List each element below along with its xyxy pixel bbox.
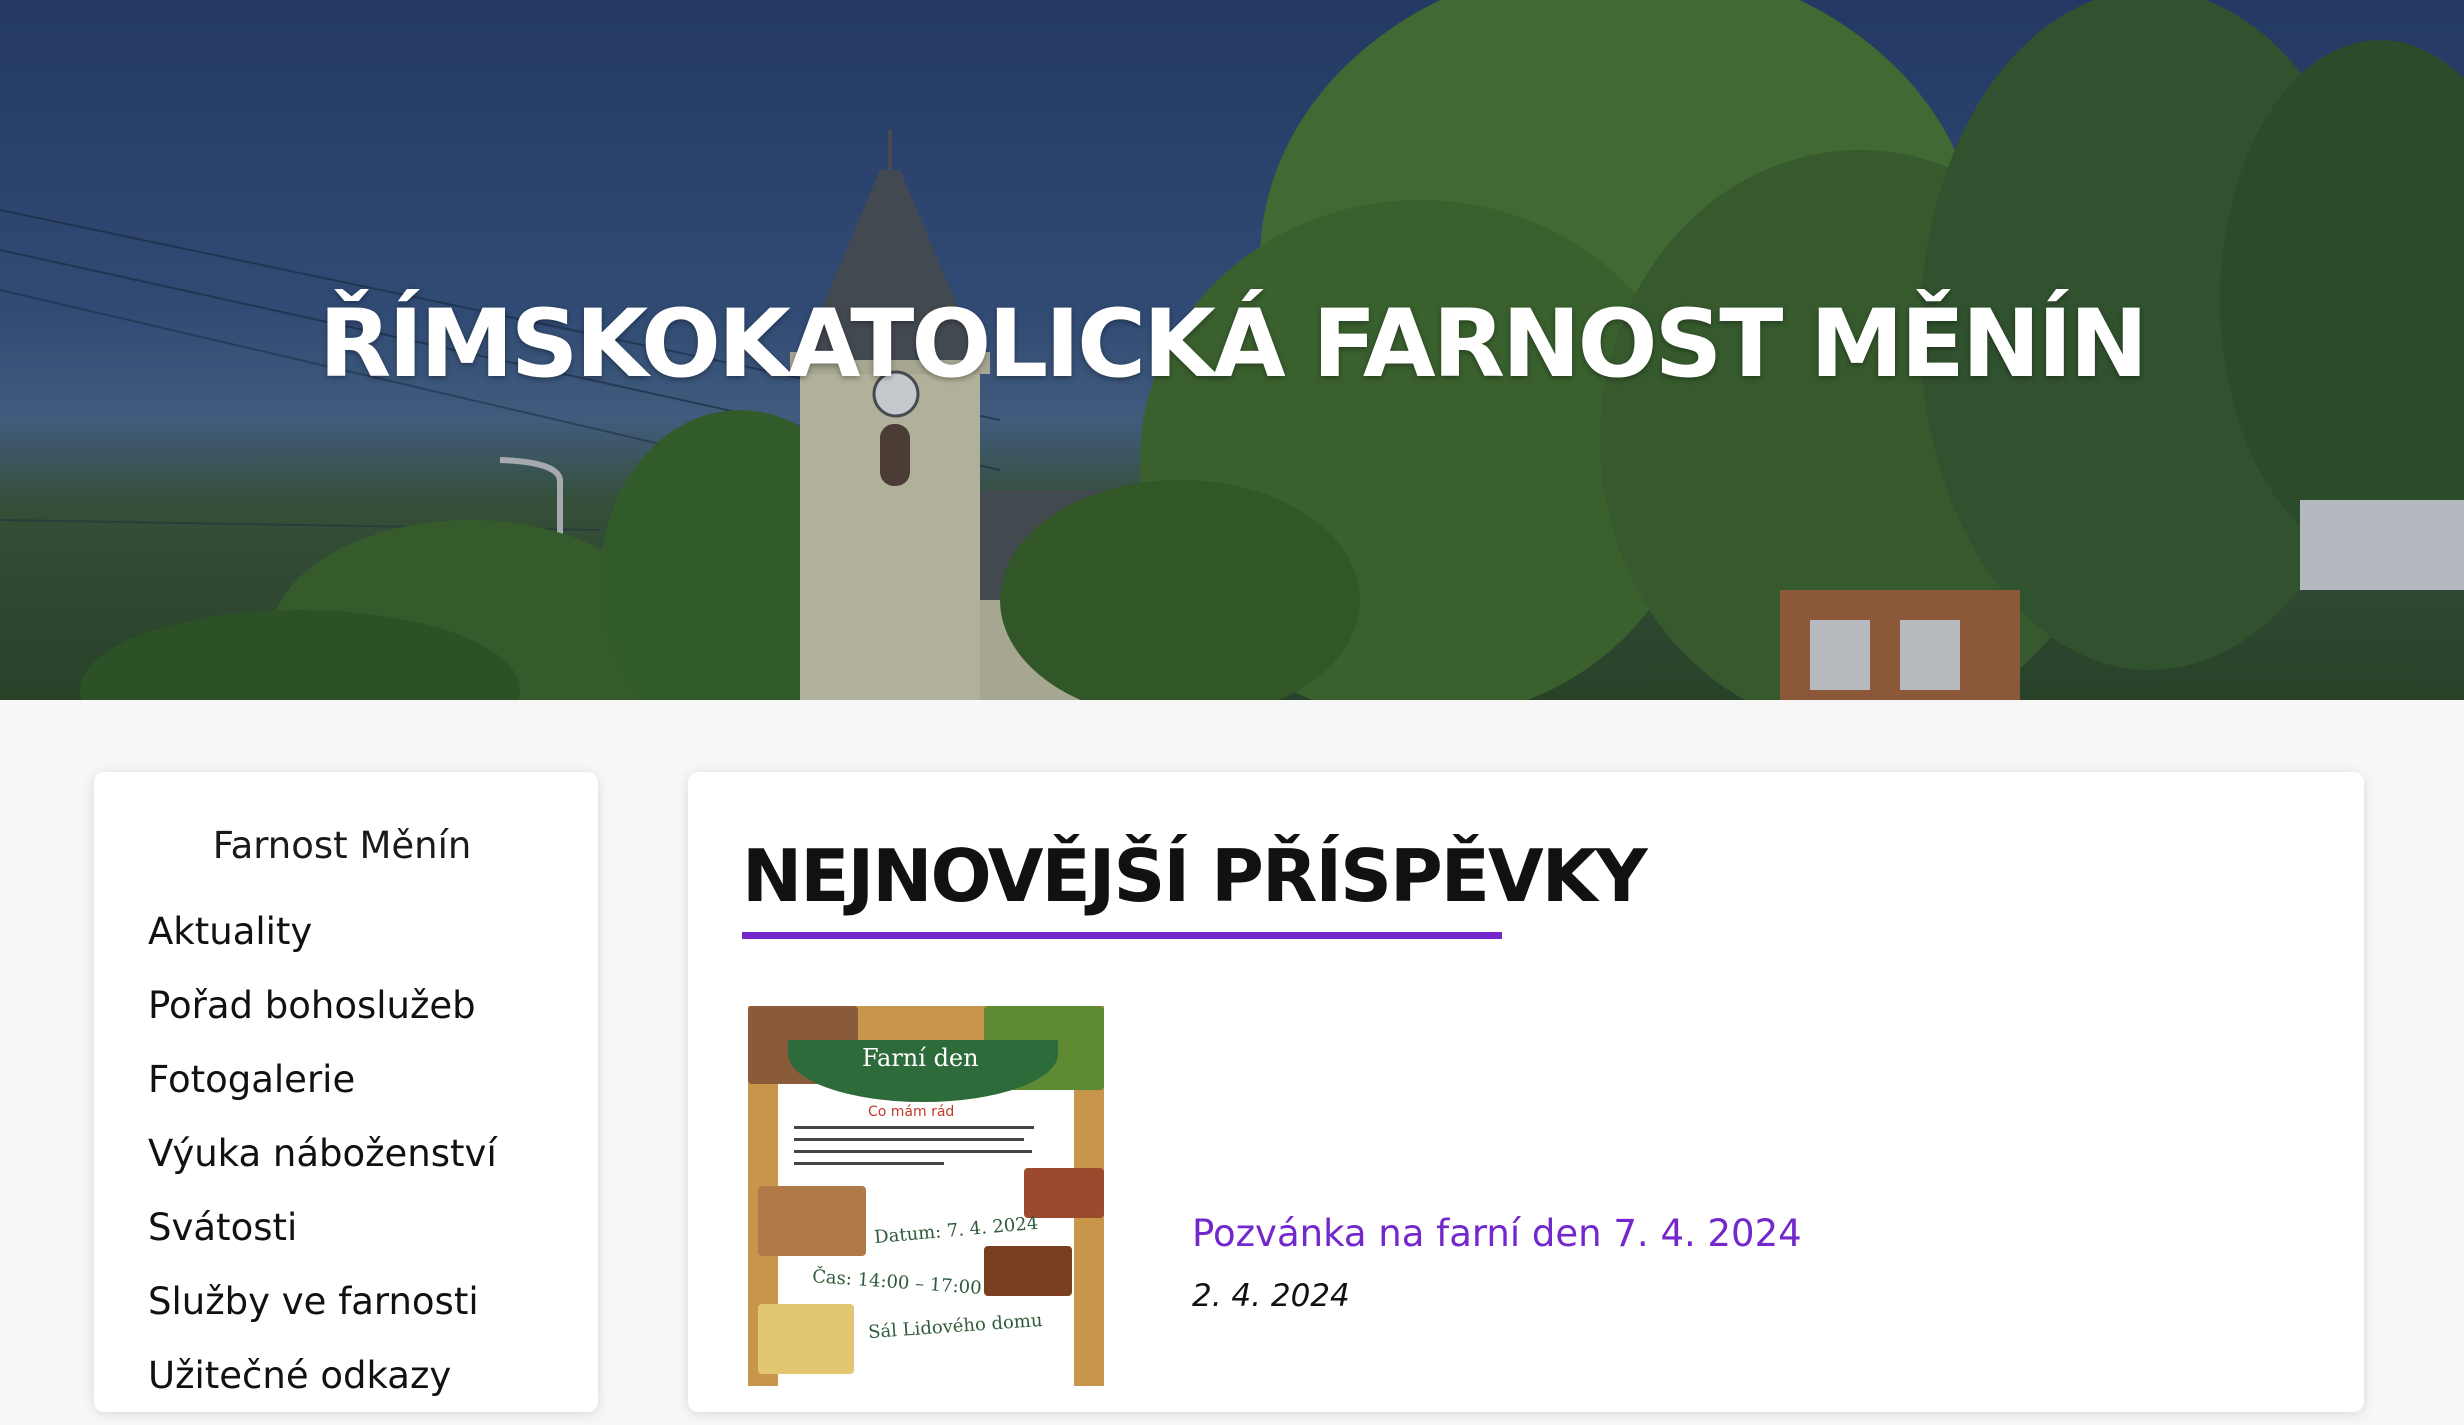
poster-photo-sausages-2 [984,1246,1072,1296]
nav-item-aktuality[interactable]: Aktuality [148,907,598,981]
sidebar-title: Farnost Měnín [212,824,472,867]
poster-photo-bread [758,1186,866,1256]
hero-banner: ŘÍMSKOKATOLICKÁ FARNOST MĚNÍN [0,0,2464,700]
poster-photo-eggs [758,1304,854,1374]
nav-item-uzitecne-odkazy[interactable]: Užitečné odkazy [148,1351,598,1425]
latest-posts-heading: NEJNOVĚJŠÍ PŘÍSPĚVKY [742,834,1648,918]
nav-item-porad-bohosluzeb[interactable]: Pořad bohoslužeb [148,981,598,1055]
heading-underline [742,932,1502,939]
post-date: 2. 4. 2024 [1192,1278,1350,1314]
sidebar-nav: Aktuality Pořad bohoslužeb Fotogalerie V… [148,907,598,1425]
poster-banner-text: Farní den [862,1044,979,1072]
nav-item-fotogalerie[interactable]: Fotogalerie [148,1055,598,1129]
poster-photo-sausages [1024,1168,1104,1218]
sidebar: Farnost Měnín Aktuality Pořad bohoslužeb… [94,772,598,1412]
nav-item-svatosti[interactable]: Svátosti [148,1203,598,1277]
nav-item-vyuka-nabozenstvi[interactable]: Výuka náboženství [148,1129,598,1203]
main-content: NEJNOVĚJŠÍ PŘÍSPĚVKY Farní den Co mám rá… [688,772,2364,1412]
post-title-link[interactable]: Pozvánka na farní den 7. 4. 2024 [1192,1212,1802,1255]
site-title[interactable]: ŘÍMSKOKATOLICKÁ FARNOST MĚNÍN [0,290,2464,399]
poster-body-text-lines [794,1126,1044,1174]
poster-subtitle: Co mám rád [868,1104,955,1120]
post-thumbnail[interactable]: Farní den Co mám rád Datum: 7. 4. 2024 Č… [748,1006,1104,1386]
nav-item-sluzby-ve-farnosti[interactable]: Služby ve farnosti [148,1277,598,1351]
